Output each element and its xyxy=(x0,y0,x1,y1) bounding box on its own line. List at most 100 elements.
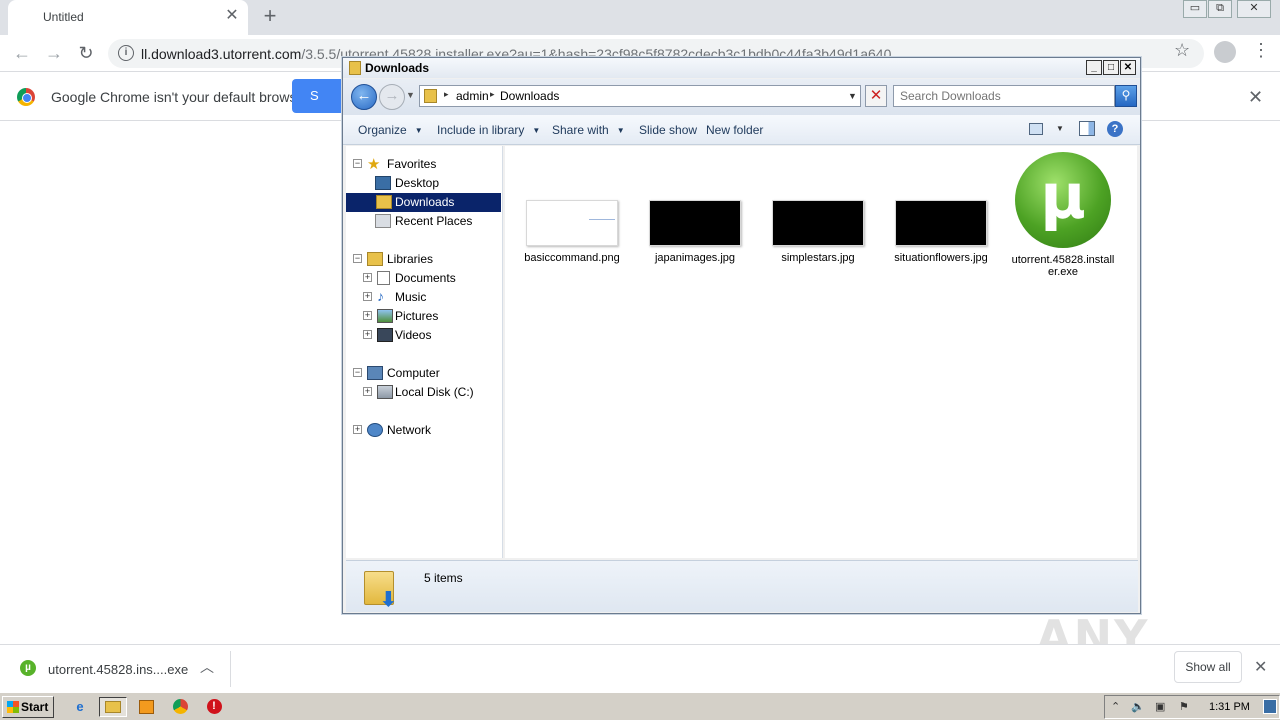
forward-arrow-icon[interactable]: → xyxy=(42,41,66,65)
pictures-icon xyxy=(377,309,393,323)
tab-close-icon[interactable]: ✕ xyxy=(222,6,242,26)
explorer-close-button[interactable]: ✕ xyxy=(1120,60,1136,75)
collapse-icon[interactable]: − xyxy=(353,254,362,263)
collapse-icon[interactable]: − xyxy=(353,368,362,377)
help-icon[interactable]: ? xyxy=(1107,121,1123,137)
explorer-address-bar[interactable]: ▸ admin ▸ Downloads ▼ xyxy=(419,85,861,107)
expand-icon[interactable]: + xyxy=(363,273,372,282)
collapse-icon[interactable]: − xyxy=(353,159,362,168)
tray-expand-icon[interactable]: ⌃ xyxy=(1111,700,1120,713)
file-name: situationflowers.jpg xyxy=(894,252,988,264)
profile-avatar[interactable] xyxy=(1214,41,1236,63)
explorer-titlebar[interactable]: Downloads _ □ ✕ xyxy=(343,58,1140,78)
antivirus-taskbar-icon[interactable]: ! xyxy=(202,697,226,717)
show-all-button[interactable]: Show all xyxy=(1174,651,1242,683)
action-center-flag-icon[interactable]: ⚑ xyxy=(1179,700,1189,713)
download-item-name[interactable]: utorrent.45828.ins....exe xyxy=(48,662,188,677)
organize-label: Organize xyxy=(358,123,407,137)
nav-computer[interactable]: − Computer xyxy=(353,364,501,383)
search-icon[interactable]: ⚲ xyxy=(1115,85,1137,107)
explorer-command-bar: Organize ▼ Include in library ▼ Share with… xyxy=(343,115,1140,145)
download-shelf-close-icon[interactable]: ✕ xyxy=(1254,657,1267,677)
breadcrumb-separator-icon[interactable]: ▸ xyxy=(444,89,449,100)
expand-icon[interactable]: + xyxy=(363,311,372,320)
item-count: 5 items xyxy=(424,571,463,585)
back-arrow-icon[interactable]: ← xyxy=(10,41,34,65)
nav-pictures[interactable]: + Pictures xyxy=(363,307,501,326)
nav-desktop-label: Desktop xyxy=(395,176,440,190)
chevron-up-icon[interactable]: ︿ xyxy=(200,657,214,677)
expand-icon[interactable]: + xyxy=(363,387,372,396)
chrome-logo-icon xyxy=(17,88,35,106)
change-view-icon[interactable] xyxy=(1029,123,1043,135)
breadcrumb-downloads[interactable]: Downloads xyxy=(500,89,559,103)
address-dropdown-icon[interactable]: ▼ xyxy=(848,91,857,101)
nav-music[interactable]: + ♪ Music xyxy=(363,288,501,307)
search-input[interactable] xyxy=(900,87,1110,105)
nav-libraries[interactable]: − Libraries xyxy=(353,250,501,269)
nav-favorites-label: Favorites xyxy=(387,157,437,171)
computer-icon xyxy=(367,366,383,380)
nav-local-disk[interactable]: + Local Disk (C:) xyxy=(363,383,501,402)
network-icon xyxy=(367,423,383,437)
chrome-taskbar-icon[interactable] xyxy=(168,697,192,717)
expand-icon[interactable]: + xyxy=(363,330,372,339)
internet-explorer-icon[interactable]: e xyxy=(68,697,92,717)
file-name: japanimages.jpg xyxy=(654,252,736,264)
file-item[interactable]: basiccommand.png xyxy=(517,200,627,264)
media-icon xyxy=(138,700,154,714)
explorer-forward-icon[interactable]: → xyxy=(379,84,405,110)
stop-refresh-icon[interactable]: ✕ xyxy=(865,85,887,107)
network-tray-icon[interactable]: ▣ xyxy=(1155,700,1165,713)
breadcrumb-admin[interactable]: admin xyxy=(456,89,489,103)
explorer-search-box[interactable] xyxy=(893,85,1115,107)
new-folder-button[interactable]: New folder xyxy=(706,123,763,137)
infobar-close-icon[interactable]: ✕ xyxy=(1248,87,1263,108)
recent-pages-dropdown-icon[interactable]: ▼ xyxy=(406,90,415,100)
explorer-minimize-button[interactable]: _ xyxy=(1086,60,1102,75)
nav-favorites[interactable]: − ★ Favorites xyxy=(353,155,501,174)
nav-videos[interactable]: + Videos xyxy=(363,326,501,345)
file-item[interactable]: simplestars.jpg xyxy=(763,200,873,264)
file-item[interactable]: situationflowers.jpg xyxy=(886,200,996,264)
view-dropdown-icon[interactable]: ▼ xyxy=(1056,124,1064,133)
new-tab-button[interactable]: + xyxy=(258,4,282,28)
expand-icon[interactable]: + xyxy=(353,425,362,434)
menu-kebab-icon[interactable]: ⋮ xyxy=(1252,40,1270,61)
breadcrumb-separator-icon[interactable]: ▸ xyxy=(490,89,495,100)
nav-pictures-label: Pictures xyxy=(395,309,439,323)
preview-pane-icon[interactable] xyxy=(1079,121,1095,136)
divider xyxy=(230,651,231,687)
share-with-button[interactable]: Share with ▼ xyxy=(552,123,625,137)
file-name: simplestars.jpg xyxy=(781,252,855,264)
file-item[interactable]: µ utorrent.45828.installer.exe xyxy=(1009,152,1117,278)
restore-window-button[interactable]: ⧉ xyxy=(1208,0,1232,18)
clock[interactable]: 1:31 PM xyxy=(1209,701,1250,713)
nav-recent-places[interactable]: Recent Places xyxy=(373,212,501,231)
media-player-icon[interactable] xyxy=(134,697,158,717)
music-icon: ♪ xyxy=(377,288,384,304)
infobar-message: Google Chrome isn't your default browser xyxy=(51,89,309,105)
explorer-maximize-button[interactable]: □ xyxy=(1103,60,1119,75)
nav-downloads[interactable]: Downloads xyxy=(346,193,501,212)
volume-icon[interactable]: 🔈 xyxy=(1131,700,1145,713)
slide-show-button[interactable]: Slide show xyxy=(639,123,697,137)
organize-button[interactable]: Organize ▼ xyxy=(358,123,423,137)
start-button[interactable]: Start xyxy=(2,696,54,718)
show-desktop-icon[interactable] xyxy=(1263,699,1277,714)
explorer-taskbar-icon[interactable] xyxy=(99,697,127,717)
include-in-library-button[interactable]: Include in library ▼ xyxy=(437,123,540,137)
bookmark-star-icon[interactable]: ☆ xyxy=(1174,40,1190,61)
nav-network[interactable]: + Network xyxy=(353,421,501,440)
nav-desktop[interactable]: Desktop xyxy=(373,174,501,193)
nav-documents[interactable]: + Documents xyxy=(363,269,501,288)
minimize-window-button[interactable]: ▭ xyxy=(1183,0,1207,18)
expand-icon[interactable]: + xyxy=(363,292,372,301)
info-icon[interactable]: i xyxy=(118,45,134,61)
tab-untitled[interactable]: Untitled ✕ xyxy=(8,0,248,35)
close-window-button[interactable]: ✕ xyxy=(1237,0,1271,18)
chrome-tabstrip: Untitled ✕ + ▭ ⧉ ✕ xyxy=(0,0,1280,35)
reload-icon[interactable]: ↻ xyxy=(74,41,98,65)
explorer-back-icon[interactable]: ← xyxy=(351,84,377,110)
file-item[interactable]: japanimages.jpg xyxy=(640,200,750,264)
